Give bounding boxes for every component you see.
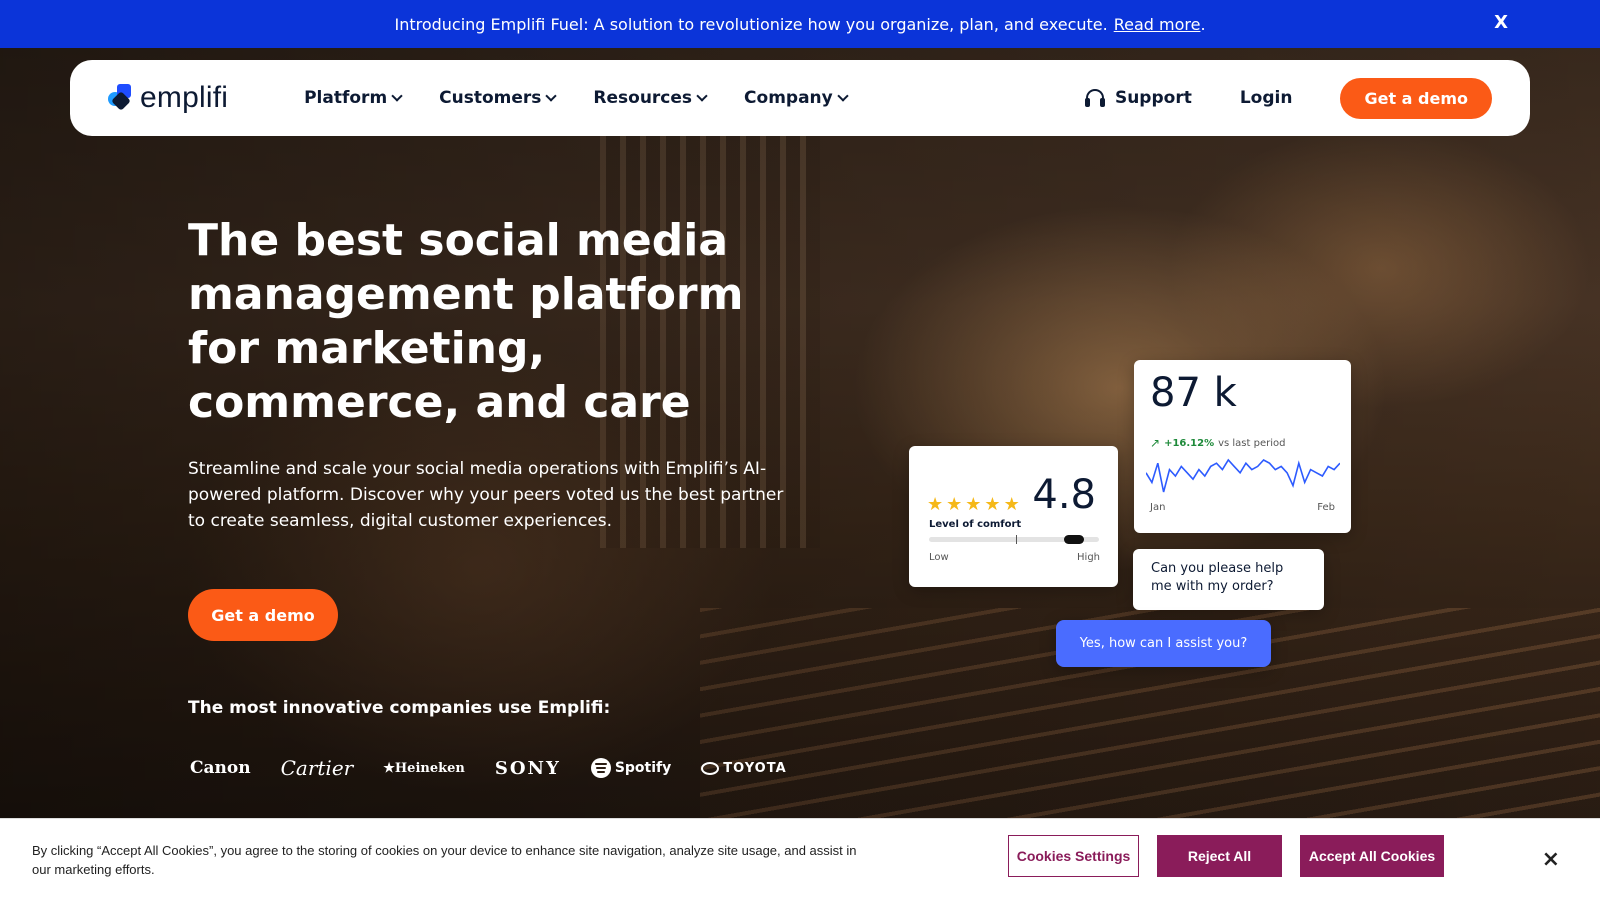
logo-text: emplifi xyxy=(140,81,229,114)
toyota-emblem-icon xyxy=(701,761,720,775)
hero-get-demo-button[interactable]: Get a demo xyxy=(188,589,338,641)
nav-menu: Platform Customers Resources Company xyxy=(304,88,849,108)
reject-all-button[interactable]: Reject All xyxy=(1157,835,1282,877)
stats-card: 87 k ↗ +16.12% vs last period Jan Feb xyxy=(1134,360,1351,533)
brand-logos: Canon Cartier ★Heineken SONY Spotify TOY… xyxy=(190,756,787,780)
nav-item-platform[interactable]: Platform xyxy=(304,88,403,108)
hero-subtitle: Streamline and scale your social media o… xyxy=(188,459,784,531)
nav-item-label: Company xyxy=(744,88,833,108)
star-icon: ★ xyxy=(984,494,1001,515)
chevron-down-icon xyxy=(545,90,558,102)
comfort-high-label: High xyxy=(1077,552,1100,563)
companies-heading: The most innovative companies use Emplif… xyxy=(188,698,611,718)
nav-item-label: Resources xyxy=(593,88,693,108)
comfort-label: Level of comfort xyxy=(929,519,1022,530)
trend-up-icon: ↗ xyxy=(1150,436,1161,450)
main-navbar: emplifi Platform Customers Resources Com… xyxy=(70,60,1530,136)
login-link[interactable]: Login xyxy=(1240,88,1293,108)
headset-icon xyxy=(1084,88,1105,108)
announcement-period: . xyxy=(1200,14,1206,34)
spotify-label: Spotify xyxy=(614,760,672,776)
comfort-midpoint-tick xyxy=(1016,535,1017,544)
announcement-close-button[interactable]: X xyxy=(1494,12,1508,33)
sparkline-end-label: Feb xyxy=(1317,502,1335,513)
trend-text: vs last period xyxy=(1218,437,1286,449)
chevron-down-icon xyxy=(837,90,849,102)
cookies-settings-button[interactable]: Cookies Settings xyxy=(1008,835,1139,877)
sparkline-start-label: Jan xyxy=(1150,502,1166,513)
toyota-logo: TOYOTA xyxy=(701,761,786,776)
heineken-logo: ★Heineken xyxy=(383,760,465,776)
chat-message-customer: Can you please help me with my order? xyxy=(1133,549,1324,610)
announcement-text: Introducing Emplifi Fuel: A solution to … xyxy=(394,14,1108,34)
sparkline-line xyxy=(1146,458,1340,493)
nav-item-resources[interactable]: Resources xyxy=(593,88,708,108)
nav-right: Support Login Get a demo xyxy=(1084,77,1492,119)
trend-indicator: ↗ +16.12% vs last period xyxy=(1150,436,1285,450)
comfort-slider xyxy=(929,535,1099,544)
support-label: Support xyxy=(1114,88,1192,108)
rating-card: ★ ★ ★ ★ ★ 4.8 Level of comfort Low High xyxy=(909,446,1118,587)
sparkline-chart xyxy=(1146,458,1340,493)
announcement-read-more-link[interactable]: Read more xyxy=(1114,15,1201,34)
spotify-icon xyxy=(590,758,611,778)
star-rating: ★ ★ ★ ★ ★ xyxy=(927,494,1020,515)
star-icon: ★ xyxy=(927,494,944,515)
nav-item-label: Customers xyxy=(439,88,542,108)
chevron-down-icon xyxy=(696,90,708,102)
announcement-bar: Introducing Emplifi Fuel: A solution to … xyxy=(0,0,1600,48)
trend-percent: +16.12% xyxy=(1164,437,1215,449)
comfort-low-label: Low xyxy=(929,552,949,563)
nav-item-label: Platform xyxy=(304,88,388,108)
star-icon: ★ xyxy=(965,494,982,515)
chat-message-agent: Yes, how can I assist you? xyxy=(1056,620,1271,667)
sony-logo: SONY xyxy=(494,757,561,779)
star-icon: ★ xyxy=(946,494,963,515)
nav-item-customers[interactable]: Customers xyxy=(439,88,558,108)
cookie-buttons: Cookies Settings Reject All Accept All C… xyxy=(1008,835,1444,877)
emplifi-logo[interactable]: emplifi xyxy=(108,81,228,115)
chevron-down-icon xyxy=(391,90,403,102)
cookie-text: By clicking “Accept All Cookies”, you ag… xyxy=(32,842,857,877)
support-link[interactable]: Support xyxy=(1084,88,1192,108)
canon-logo: Canon xyxy=(190,758,251,778)
cookie-banner: By clicking “Accept All Cookies”, you ag… xyxy=(0,818,1600,900)
nav-get-demo-button[interactable]: Get a demo xyxy=(1340,77,1492,119)
toyota-label: TOYOTA xyxy=(723,760,787,776)
accept-all-cookies-button[interactable]: Accept All Cookies xyxy=(1300,835,1444,877)
comfort-slider-knob xyxy=(1064,535,1084,544)
cartier-logo: Cartier xyxy=(280,756,354,780)
nav-item-company[interactable]: Company xyxy=(744,88,849,108)
spotify-logo: Spotify xyxy=(590,758,672,778)
hero-title: The best social media management platfor… xyxy=(188,215,744,428)
rating-value: 4.8 xyxy=(1032,472,1096,518)
cookie-close-button[interactable]: × xyxy=(1542,847,1560,872)
stats-value: 87 k xyxy=(1150,370,1237,416)
emplifi-logo-icon xyxy=(108,84,136,112)
star-icon: ★ xyxy=(1003,494,1020,515)
